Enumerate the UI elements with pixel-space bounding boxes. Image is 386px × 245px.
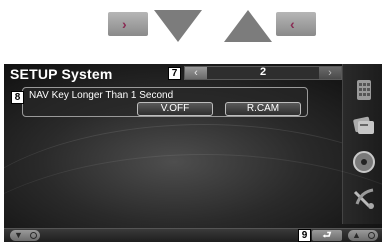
manual-figure: › ‹ SETUP System ‹ 2 › 7 8 NAV Key Longe… <box>0 0 386 245</box>
return-arrow-icon: ⮐ <box>322 230 332 241</box>
callout-7: 7 <box>168 67 181 80</box>
cards-icon <box>353 116 374 134</box>
return-button[interactable]: ⮐ <box>312 230 342 241</box>
left-arrow-key: ‹ <box>276 12 316 36</box>
satellite-dish-icon <box>353 188 374 209</box>
knob-icon <box>30 232 37 239</box>
side-button-cards[interactable] <box>347 110 380 142</box>
chevron-right-icon: › <box>122 16 127 32</box>
side-button-satellite[interactable] <box>347 182 380 214</box>
chevron-right-icon: › <box>328 67 332 79</box>
setting-label: NAV Key Longer Than 1 Second <box>29 90 174 101</box>
up-triangle-icon: ▲ <box>352 230 361 240</box>
chevron-left-icon: ‹ <box>290 16 295 32</box>
callout-8: 8 <box>11 91 24 104</box>
scroll-up-button[interactable]: ▲ <box>348 230 378 241</box>
side-button-keypad[interactable] <box>347 74 380 106</box>
right-arrow-key: › <box>108 12 148 36</box>
setup-system-screen: SETUP System ‹ 2 › 7 8 NAV Key Longer Th… <box>4 64 382 242</box>
option-button-v-off[interactable]: V.OFF <box>137 102 213 116</box>
page-number: 2 <box>259 66 267 78</box>
side-menu <box>342 64 382 224</box>
up-triangle-icon <box>224 10 272 42</box>
disc-icon <box>353 151 375 173</box>
side-button-disc[interactable] <box>347 146 380 178</box>
callout-9: 9 <box>298 229 311 242</box>
keypad-icon <box>357 80 371 100</box>
setting-item-nav-key: NAV Key Longer Than 1 Second V.OFF R.CAM <box>22 87 308 117</box>
page-next-button[interactable]: › <box>319 67 341 79</box>
scroll-down-button[interactable]: ▼ <box>10 230 40 241</box>
down-triangle-icon <box>154 10 202 42</box>
knob-icon <box>368 232 375 239</box>
screen-title: SETUP System <box>10 66 113 82</box>
bottom-bar: ▼ ⮐ ▲ <box>4 228 382 242</box>
page-navigator: ‹ 2 › <box>184 66 342 80</box>
option-button-r-cam[interactable]: R.CAM <box>225 102 301 116</box>
down-triangle-icon: ▼ <box>14 230 23 240</box>
